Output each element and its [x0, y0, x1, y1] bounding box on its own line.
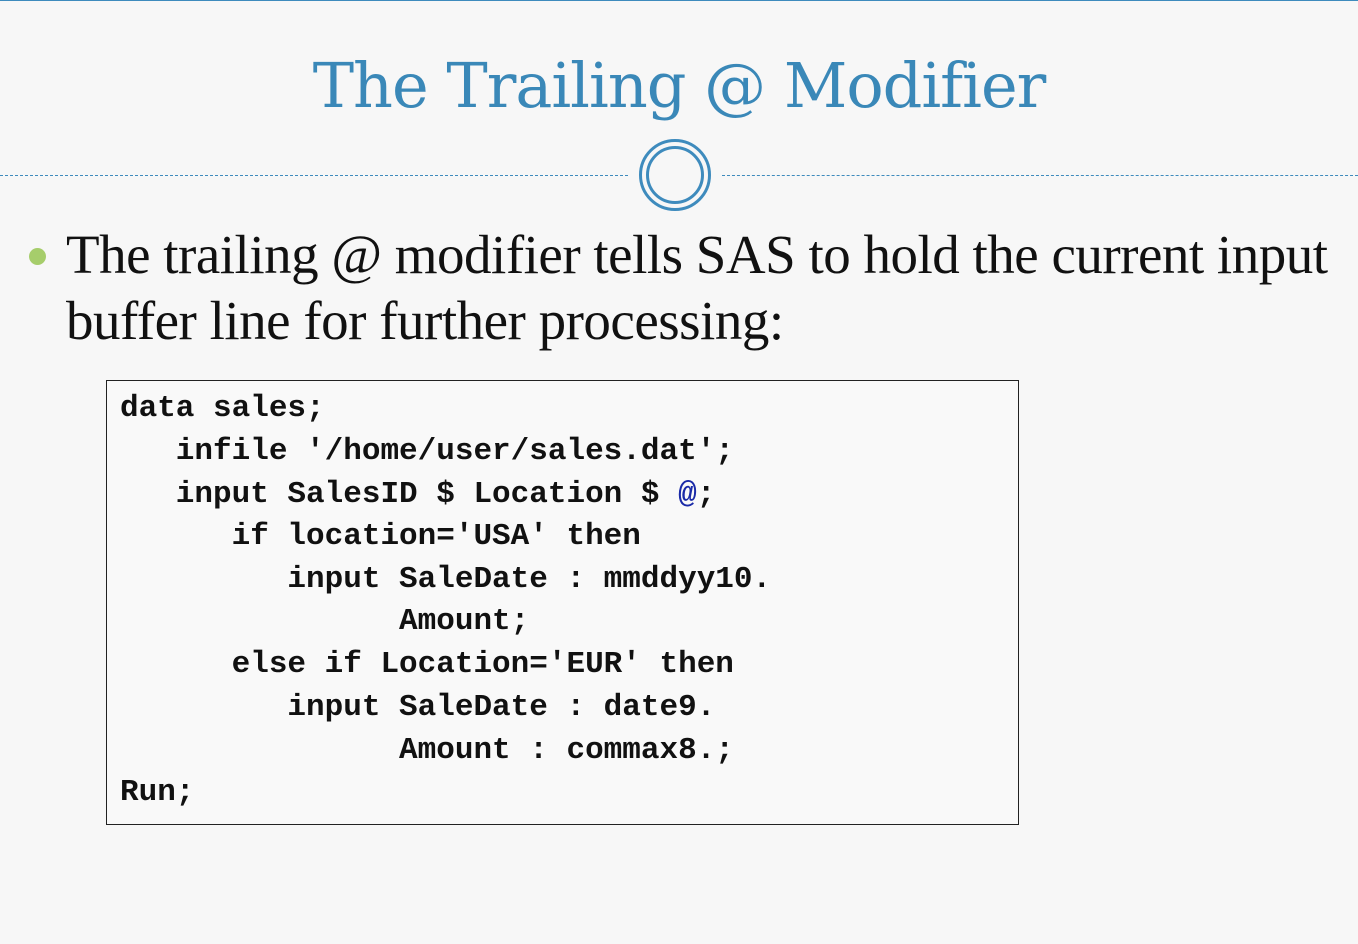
circle-ornament-icon: [639, 139, 711, 211]
top-rule: [0, 0, 1358, 1]
bullet-text: The trailing @ modifier tells SAS to hol…: [66, 224, 1328, 351]
code-line-4: if location='USA' then: [120, 519, 641, 554]
divider-left: [0, 175, 628, 176]
code-line-3-tail: ;: [696, 477, 716, 512]
code-line-1: data sales;: [120, 391, 325, 426]
bullet-dot-icon: [29, 248, 46, 265]
code-block: data sales; infile '/home/user/sales.dat…: [106, 380, 1019, 825]
divider-right: [722, 175, 1358, 176]
trailing-at-highlight: @: [678, 477, 697, 512]
code-line-10: Run;: [120, 775, 195, 810]
code-line-6: Amount;: [120, 604, 530, 639]
slide-title: The Trailing @ Modifier: [312, 49, 1047, 122]
code-line-2: infile '/home/user/sales.dat';: [120, 434, 734, 469]
code-line-8: input SaleDate : date9.: [120, 690, 716, 725]
code-line-3: input SalesID $ Location $ @;: [120, 477, 716, 513]
code-line-5: input SaleDate : mmddyy10.: [120, 562, 772, 597]
code-line-3-text: input SalesID $ Location $: [120, 477, 679, 512]
code-line-9: Amount : commax8.;: [120, 733, 734, 768]
code-line-7: else if Location='EUR' then: [120, 647, 734, 682]
